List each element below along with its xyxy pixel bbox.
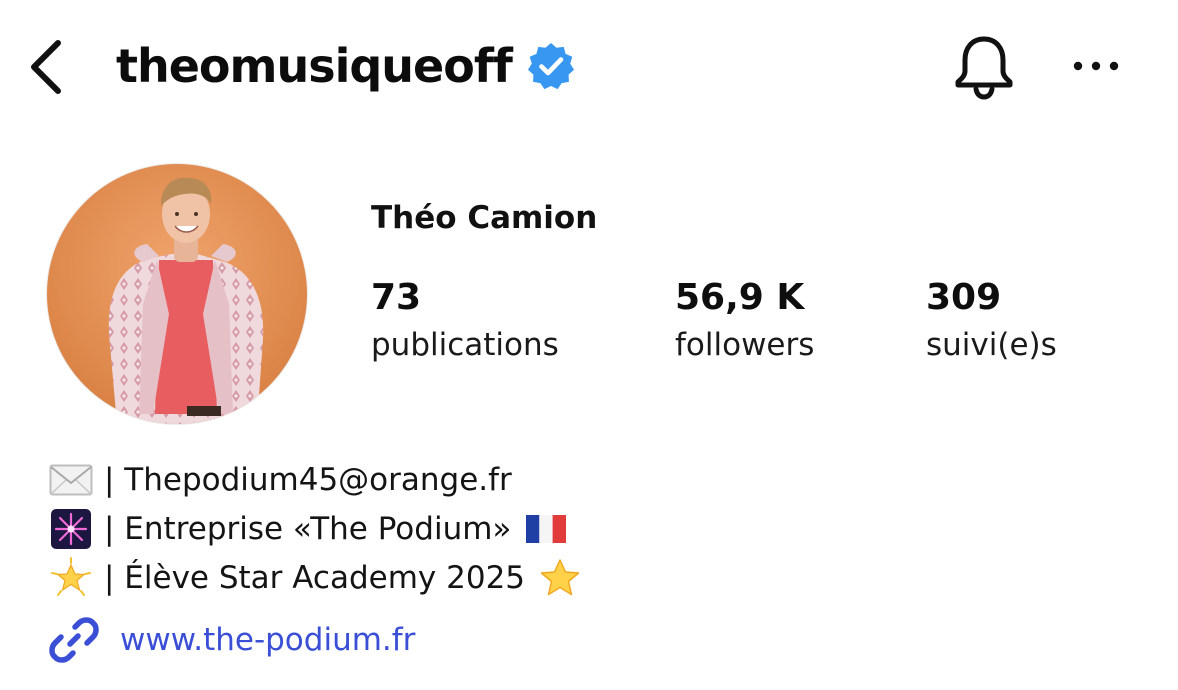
website-link[interactable]: www.the-podium.fr — [48, 612, 415, 668]
bell-icon — [955, 36, 1013, 100]
chevron-left-icon — [31, 40, 61, 94]
france-flag-icon — [523, 509, 569, 549]
stat-value: 56,9 K — [675, 277, 805, 318]
profile-page: theomusiqueoff Théo Camion 73 publicatio… — [0, 0, 1178, 690]
bio-text: | Entreprise «The Podium» — [104, 510, 512, 547]
stat-value: 309 — [926, 277, 1002, 318]
fireworks-icon — [48, 508, 94, 549]
bio: | Thepodium45@orange.fr | Entreprise «Th… — [48, 455, 583, 602]
envelope-icon — [48, 460, 94, 500]
display-name: Théo Camion — [371, 200, 598, 236]
avatar-photo — [47, 164, 307, 424]
profile-avatar[interactable] — [47, 164, 307, 424]
star-icon — [537, 558, 583, 598]
link-icon — [49, 617, 99, 663]
bio-text: | Thepodium45@orange.fr — [104, 461, 512, 498]
stat-followers[interactable]: 56,9 K followers — [675, 276, 814, 370]
stat-value: 73 — [371, 277, 422, 318]
glowing-star-icon — [48, 556, 94, 598]
verified-badge-icon — [527, 43, 574, 90]
stat-label: suivi(e)s — [926, 327, 1057, 363]
bio-line-star-academy: | Élève Star Academy 2025 — [48, 553, 583, 602]
stat-posts[interactable]: 73 publications — [371, 276, 559, 370]
more-horizontal-icon — [1073, 61, 1119, 71]
website-link-text[interactable]: www.the-podium.fr — [120, 622, 415, 658]
bio-text: | Élève Star Academy 2025 — [104, 559, 526, 596]
more-options-button[interactable] — [1066, 44, 1126, 88]
stat-following[interactable]: 309 suivi(e)s — [926, 276, 1057, 370]
notifications-button[interactable] — [950, 32, 1018, 102]
stat-label: publications — [371, 327, 559, 363]
back-button[interactable] — [22, 36, 70, 98]
bio-line-email: | Thepodium45@orange.fr — [48, 455, 583, 504]
header-username: theomusiqueoff — [116, 30, 576, 102]
stat-label: followers — [675, 327, 815, 363]
username: theomusiqueoff — [116, 39, 513, 93]
bio-line-company: | Entreprise «The Podium» — [48, 504, 583, 553]
